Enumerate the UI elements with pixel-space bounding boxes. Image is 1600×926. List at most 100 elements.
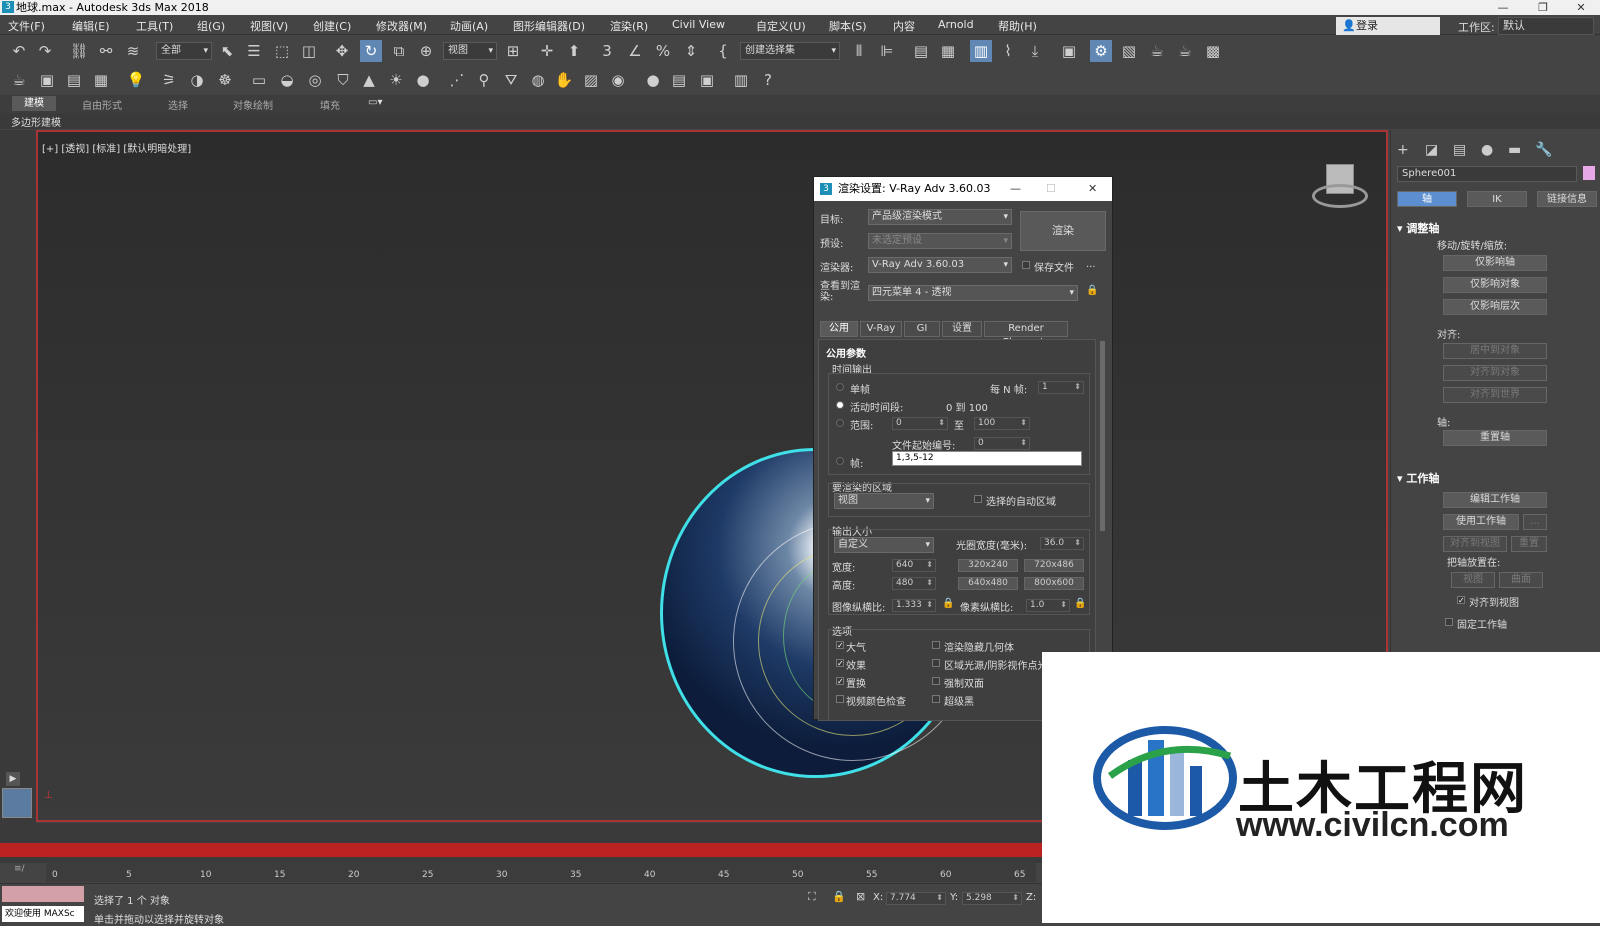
plane-icon[interactable]: ▭ — [248, 69, 270, 91]
menu-help[interactable]: 帮助(H) — [998, 18, 1037, 34]
welcome-text[interactable]: 欢迎使用 MAXSc — [2, 906, 84, 922]
common-params-title[interactable]: 公用参数 — [826, 345, 866, 360]
view-cube-compass[interactable] — [1312, 184, 1368, 208]
fur-icon[interactable]: ⋰ — [446, 69, 468, 91]
working-pivot-rollout-title[interactable]: ▾ 工作轴 — [1397, 470, 1439, 486]
frames-input[interactable]: 1,3,5-12 — [892, 451, 1082, 466]
tab-ik[interactable]: IK — [1467, 191, 1527, 207]
rendered-frame-icon[interactable]: ▧ — [1118, 40, 1140, 62]
rotate-icon[interactable]: ↻ — [360, 40, 382, 62]
ribbon-tab-populate[interactable]: 填充 — [320, 97, 340, 112]
tab-gi[interactable]: GI — [904, 321, 940, 337]
area-select[interactable]: 视图 — [834, 493, 934, 509]
renderer-select[interactable]: V-Ray Adv 3.60.03 — [868, 257, 1012, 273]
angle-snap-icon[interactable]: ∠ — [624, 40, 646, 62]
pixel-aspect-spinner[interactable]: 1.0 — [1026, 599, 1070, 612]
tools-icon[interactable]: ▥ — [730, 69, 752, 91]
range-radio[interactable] — [836, 419, 844, 427]
render-production-icon[interactable]: ☕ — [1146, 40, 1168, 62]
active-segment-radio[interactable] — [836, 401, 844, 409]
menu-tools[interactable]: 工具(T) — [136, 18, 173, 34]
percent-snap-icon[interactable]: % — [652, 40, 674, 62]
tab-common[interactable]: 公用 — [820, 321, 858, 337]
render-hidden-checkbox[interactable] — [932, 641, 940, 649]
cone-icon[interactable]: ▲ — [358, 69, 380, 91]
object-color-swatch[interactable] — [1583, 166, 1595, 180]
named-selection-select[interactable]: 创建选择集 — [740, 42, 840, 60]
preset-800x600-button[interactable]: 800x600 — [1024, 577, 1084, 590]
window-crossing-icon[interactable]: ◫ — [298, 40, 320, 62]
material-browser-icon[interactable]: ▤ — [668, 69, 690, 91]
y-coordinate-field[interactable]: 5.298 — [962, 892, 1022, 905]
file-start-spinner[interactable]: 0 — [974, 437, 1030, 450]
rect-selection-icon[interactable]: ⬚ — [271, 40, 293, 62]
place-view-button[interactable]: 视图 — [1451, 572, 1495, 588]
center-to-object-button[interactable]: 居中到对象 — [1443, 343, 1547, 359]
use-working-pivot-button[interactable]: 使用工作轴 — [1443, 514, 1519, 530]
dialog-close-icon[interactable]: ✕ — [1088, 177, 1097, 201]
object-name-field[interactable]: Sphere001 — [1397, 166, 1577, 182]
place-icon[interactable]: ⊕ — [415, 40, 437, 62]
globe-icon[interactable]: ◍ — [527, 69, 549, 91]
menu-group[interactable]: 组(G) — [197, 18, 225, 34]
restore-icon[interactable]: ❐ — [1528, 0, 1558, 15]
view-to-render-select[interactable]: 四元菜单 4 - 透视 — [868, 285, 1078, 301]
viewport-label[interactable]: [+] [透视] [标准] [默认明暗处理] — [42, 140, 191, 155]
scene-explorer-icon[interactable]: ▤ — [910, 40, 932, 62]
pixel-aspect-lock-icon[interactable]: 🔒 — [1074, 598, 1086, 609]
mesh-light-icon[interactable]: ⛉ — [332, 69, 354, 91]
render-iterative-icon[interactable]: ☕ — [1174, 40, 1196, 62]
tab-render-elements[interactable]: Render Elements — [984, 321, 1068, 348]
output-size-select[interactable]: 自定义 — [834, 537, 934, 553]
image-aspect-spinner[interactable]: 1.333 — [892, 599, 936, 612]
affect-hierarchy-only-button[interactable]: 仅影响层次 — [1443, 299, 1547, 315]
isolate-icon[interactable]: ⛶ — [808, 890, 816, 904]
mirror-icon[interactable]: ⫴ — [848, 40, 870, 62]
displacement-checkbox[interactable]: ✓ — [836, 677, 844, 686]
material-sphere-icon[interactable]: ● — [642, 69, 664, 91]
render-setup-icon[interactable]: ⚙ — [1090, 40, 1112, 62]
preset-select[interactable]: 未选定预设 — [868, 233, 1012, 249]
help-icon[interactable]: ? — [757, 69, 779, 91]
reset-working-pivot-button[interactable]: 重置 — [1511, 536, 1547, 552]
menu-views[interactable]: 视图(V) — [250, 18, 288, 34]
plane-proxy-icon[interactable]: ⛛ — [500, 69, 522, 91]
target-select[interactable]: 产品级渲染模式 — [868, 209, 1012, 225]
height-spinner[interactable]: 480 — [892, 577, 936, 590]
menu-animation[interactable]: 动画(A) — [450, 18, 488, 34]
move-icon[interactable]: ✥ — [331, 40, 353, 62]
vray-ies-icon[interactable]: ⚞ — [158, 69, 180, 91]
motion-panel-icon[interactable]: ● — [1481, 142, 1493, 158]
save-file-checkbox[interactable] — [1022, 261, 1030, 269]
vray-ambient-icon[interactable]: ◑ — [186, 69, 208, 91]
hdri-icon[interactable]: ▨ — [580, 69, 602, 91]
ribbon-tab-selection[interactable]: 选择 — [168, 97, 188, 112]
snaps-toggle-icon[interactable]: 3 — [596, 40, 618, 62]
preset-720x486-button[interactable]: 720x486 — [1024, 559, 1084, 572]
menu-civil-view[interactable]: Civil View — [672, 18, 725, 31]
menu-modifiers[interactable]: 修改器(M) — [376, 18, 427, 34]
align-to-view-checkbox[interactable]: ✓ — [1457, 596, 1465, 605]
render-button[interactable]: 渲染 — [1020, 211, 1106, 251]
align-to-view-button[interactable]: 对齐到视图 — [1443, 536, 1507, 552]
view-cube[interactable] — [1308, 160, 1372, 216]
menu-rendering[interactable]: 渲染(R) — [610, 18, 648, 34]
minimize-icon[interactable]: — — [1488, 0, 1518, 15]
dialog-scrollbar[interactable] — [1100, 341, 1105, 531]
preset-640x480-button[interactable]: 640x480 — [958, 577, 1018, 590]
material-multi-icon[interactable]: ▣ — [696, 69, 718, 91]
menu-scripting[interactable]: 脚本(S) — [829, 18, 867, 34]
menu-create[interactable]: 创建(C) — [313, 18, 351, 34]
ribbon-options-icon[interactable]: ▭▾ — [368, 97, 382, 108]
vray-sun-icon[interactable]: ☸ — [214, 69, 236, 91]
vray-light-icon[interactable]: 💡 — [125, 69, 147, 91]
ribbon-tab-freeform[interactable]: 自由形式 — [82, 97, 122, 112]
atmosphere-checkbox[interactable]: ✓ — [836, 641, 844, 650]
affect-pivot-only-button[interactable]: 仅影响轴 — [1443, 255, 1547, 271]
sphere-light-icon[interactable]: ◎ — [304, 69, 326, 91]
reset-pivot-button[interactable]: 重置轴 — [1443, 430, 1547, 446]
bind-spacewarp-icon[interactable]: ≋ — [122, 40, 144, 62]
pivot-center-icon[interactable]: ⊞ — [502, 40, 524, 62]
width-spinner[interactable]: 640 — [892, 559, 936, 572]
scale-icon[interactable]: ⧉ — [388, 40, 410, 62]
